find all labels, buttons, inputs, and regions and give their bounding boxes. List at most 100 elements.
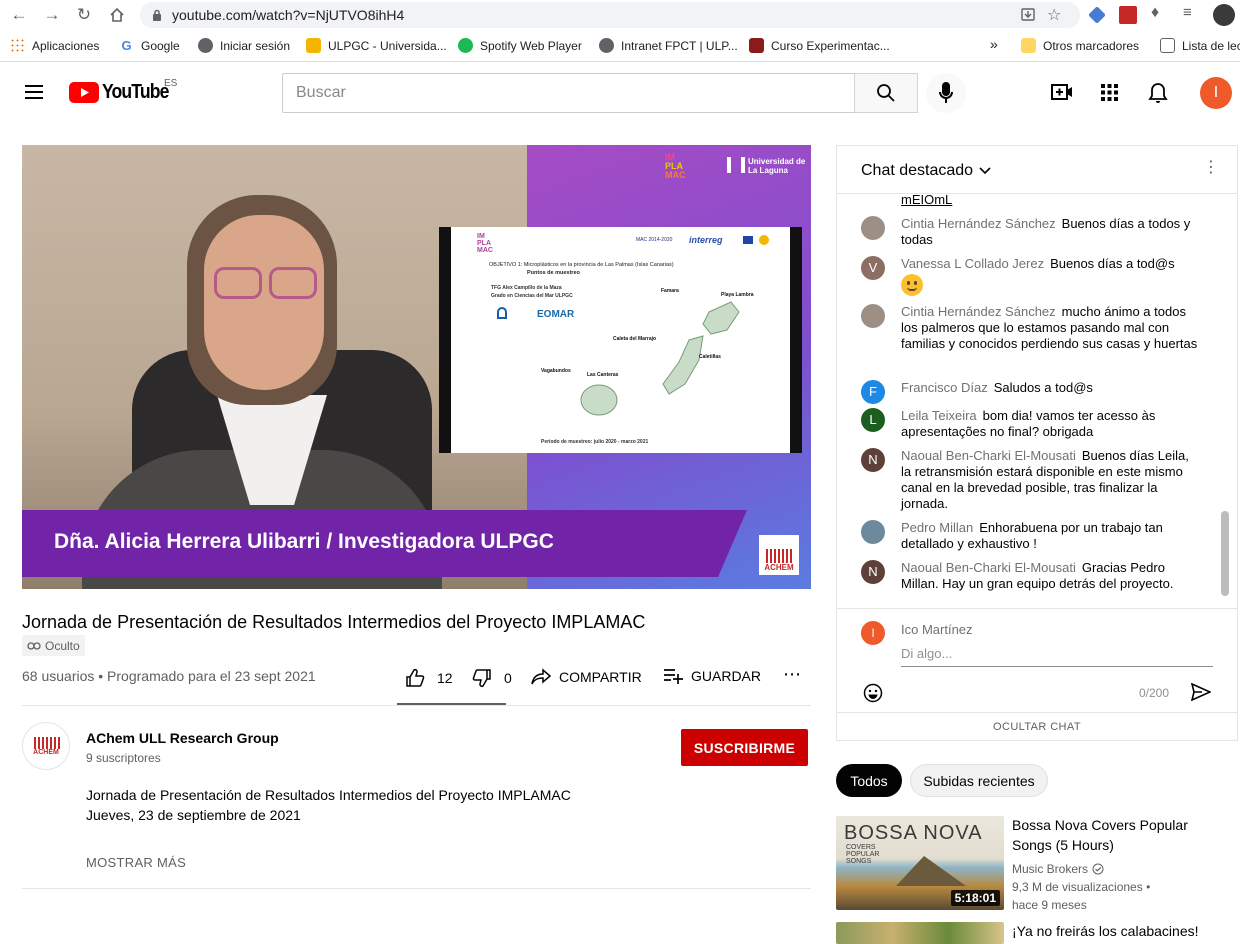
subscribe-button[interactable]: SUSCRIBIRME [681,729,808,766]
thumbnail-subtitle-line: SONGS [846,858,872,865]
rec-video-title[interactable]: Bossa Nova Covers Popular Songs (5 Hours… [1012,815,1212,855]
address-bar[interactable]: youtube.com/watch?v=NjUTVO8ihH4 ☆ [140,2,1080,28]
youtube-wordmark: YouTube [102,81,169,103]
video-title: Jornada de Presentación de Resultados In… [22,612,646,632]
chat-mode-selector[interactable]: Chat destacado [861,162,991,180]
visibility-badge-label: Oculto [45,638,80,653]
bookmark-curso[interactable]: Curso Experimentac... [749,38,890,53]
emoji-picker-icon[interactable] [863,683,883,703]
chat-avatar: V [861,256,885,280]
home-icon[interactable] [106,4,128,26]
globe-icon [198,38,213,53]
chip-recent-uploads[interactable]: Subidas recientes [910,764,1048,797]
glasses-left [214,267,262,299]
bookmark-label: Aplicaciones [32,38,100,53]
menu-icon[interactable] [24,84,44,100]
back-icon[interactable]: ← [8,4,30,26]
account-avatar[interactable]: I [1200,77,1232,109]
forward-icon[interactable]: → [41,4,63,26]
bookmark-iniciar-sesion[interactable]: Iniciar sesión [198,38,290,53]
chat-author: Cintia Hernández Sánchez [901,304,1056,319]
bookmark-star-icon[interactable]: ☆ [1047,5,1061,25]
bookmark-google[interactable]: G Google [119,38,179,53]
chat-partial-message: mEIOmL [901,192,953,207]
extension-red-icon[interactable] [1119,6,1137,24]
playlist-add-icon [664,669,683,684]
chat-text: Saludos a tod@s [993,380,1093,395]
share-icon [531,668,551,685]
chat-author: Vanessa L Collado Jerez [901,256,1045,271]
other-bookmarks[interactable]: Otros marcadores [1021,38,1139,53]
channel-avatar[interactable]: ACHEM [22,722,70,770]
bookmark-label: Iniciar sesión [220,38,291,53]
share-button[interactable]: COMPARTIR [531,668,642,686]
rec-channel[interactable]: Music Brokers [1012,860,1104,878]
folder-icon [1021,38,1036,53]
youtube-logo[interactable]: YouTube [69,81,178,104]
more-bookmarks-button[interactable]: » [990,36,998,52]
chat-message: Pedro Millan Enhorabuena por un trabajo t… [861,520,1201,552]
voice-search-button[interactable] [926,73,966,113]
implamac-corner-logo: IM PLA MAC [665,153,686,180]
thumbs-up-icon [406,668,425,687]
video-thumbnail[interactable]: BOSSA NOVA COVERS POPULAR SONGS 5:18:01 [836,816,1004,910]
save-button[interactable]: GUARDAR [663,668,761,684]
send-icon[interactable] [1191,683,1211,701]
bookmark-ulpgc[interactable]: ULPGC - Universida... [306,38,447,53]
chat-avatar: N [861,560,885,584]
presentation-slide: IM PLA MAC MAC 2014-2020 interreg OBJETI… [451,227,790,453]
chip-all[interactable]: Todos [836,764,902,797]
chat-message-input[interactable]: Di algo... [901,643,1213,667]
bookmark-label: ULPGC - Universida... [328,38,447,53]
bookmark-spotify[interactable]: Spotify Web Player [458,38,582,53]
chat-char-counter: 0/200 [1139,686,1170,700]
apps-grid-icon[interactable] [1101,84,1118,101]
bookmark-intranet[interactable]: Intranet FPCT | ULP... [599,38,738,53]
search-button[interactable] [854,73,918,113]
microphone-icon [939,82,953,103]
dislike-count: 0 [504,670,512,686]
ulpgc-icon [306,38,321,53]
bookmark-apps[interactable]: Aplicaciones [10,38,99,53]
notifications-bell-icon[interactable] [1148,82,1168,104]
chat-avatar: N [861,448,885,472]
lower-third-text: Dña. Alicia Herrera Ulibarri / Investiga… [54,530,554,553]
lock-icon [153,9,161,21]
like-button[interactable]: 12 [405,668,453,688]
slide-subtitle: Puntos de muestreo [527,270,580,276]
video-player[interactable]: IM PLA MAC MAC 2014-2020 interreg OBJETI… [22,145,811,589]
hide-chat-button[interactable]: OCULTAR CHAT [837,721,1237,733]
video-thumbnail[interactable] [836,922,1004,944]
youtube-play-icon [69,82,99,103]
chat-author: Pedro Millan [901,520,974,535]
profile-avatar[interactable] [1213,4,1235,26]
dislike-button[interactable]: 0 [472,668,512,688]
video-duration: 5:18:01 [950,890,1000,906]
achem-bars-icon [766,549,792,563]
extensions-puzzle-icon[interactable]: ♦ [1151,4,1169,22]
chat-options-icon[interactable]: ⋮ [1203,160,1219,176]
chat-message: L Leila Teixeira bom dia! vamos ter acess… [861,408,1201,440]
chat-message: F Francisco Díaz Saludos a tod@s [861,380,1201,404]
install-icon[interactable] [1020,7,1036,23]
search-placeholder: Buscar [296,84,346,101]
search-input[interactable]: Buscar [282,73,855,113]
chat-avatar: F [861,380,885,404]
more-actions-icon[interactable]: ⋯ [783,664,801,685]
bookmark-label: Intranet FPCT | ULP... [621,38,738,53]
chevron-down-icon [979,167,991,175]
spotify-icon [458,38,473,53]
show-more-button[interactable]: MOSTRAR MÁS [86,855,186,870]
channel-name[interactable]: AChem ULL Research Group [86,730,279,746]
rec-video-title[interactable]: ¡Ya no freirás los calabacines! [1012,921,1232,941]
chat-scrollbar[interactable] [1221,511,1229,596]
media-queue-icon[interactable]: ≡ [1183,4,1201,22]
video-meta: 68 usuarios • Programado para el 23 sept… [22,668,316,684]
reload-icon[interactable]: ↻ [73,4,95,26]
reading-list[interactable]: Lista de lec [1160,38,1240,53]
url-text: youtube.com/watch?v=NjUTVO8ihH4 [172,7,405,23]
chat-user-avatar: I [861,621,885,645]
extension-blue-icon[interactable] [1088,6,1106,24]
slide-logo-line: MAC [477,247,493,254]
create-video-icon[interactable] [1051,83,1073,101]
